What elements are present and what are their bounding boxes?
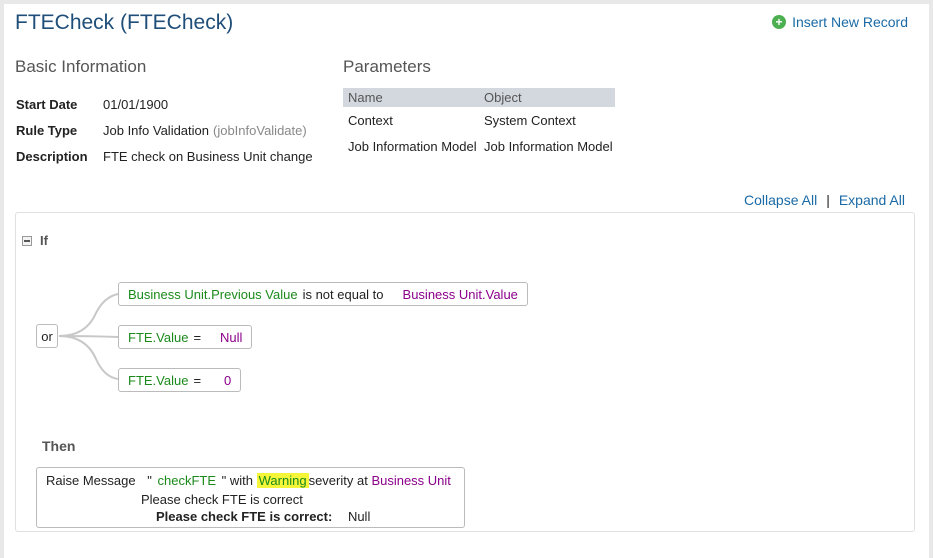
quote-close: "	[221, 473, 227, 488]
info-value: Job Info Validation	[103, 122, 209, 138]
message-param-label: Please check FTE is correct:	[156, 509, 333, 524]
param-name: Context	[348, 112, 393, 128]
info-value: FTE check on Business Unit change	[103, 148, 313, 164]
table-row: Job Information Model Job Information Mo…	[343, 133, 615, 159]
condition-value: 0	[224, 372, 232, 388]
insert-new-record-label: Insert New Record	[792, 14, 908, 30]
rule-panel: If or Business Unit.Previous Value is no…	[15, 212, 915, 532]
tree-controls: Collapse All | Expand All	[744, 192, 905, 208]
page-title: FTECheck (FTECheck)	[15, 11, 234, 34]
severity-at-label: severity at	[308, 473, 368, 488]
condition-field: Business Unit.Previous Value	[128, 286, 298, 302]
condition-node[interactable]: FTE.Value = Null	[118, 325, 253, 349]
message-key: checkFTE	[157, 473, 216, 488]
then-label: Then	[42, 438, 76, 454]
column-header-name: Name	[348, 90, 383, 105]
action-prefix: Raise Message	[46, 473, 136, 488]
or-operator-node[interactable]: or	[36, 324, 58, 348]
action-node[interactable]: Raise Message " checkFTE " with Warning s…	[36, 467, 465, 528]
basic-info-title: Basic Information	[15, 57, 147, 76]
parameters-table: Name Object Context System Context Job I…	[343, 88, 615, 159]
page: FTECheck (FTECheck) + Insert New Record …	[4, 4, 929, 558]
quote-open: "	[147, 473, 152, 488]
condition-operator: =	[193, 329, 202, 345]
collapse-all-link[interactable]: Collapse All	[744, 192, 817, 208]
param-object: System Context	[484, 112, 576, 128]
condition-node[interactable]: FTE.Value = 0	[118, 368, 242, 392]
param-name: Job Information Model	[348, 138, 477, 154]
condition-value: Business Unit.Value	[402, 286, 518, 302]
action-line: Raise Message " checkFTE " with Warning s…	[46, 473, 451, 488]
insert-new-record-link[interactable]: + Insert New Record	[772, 14, 908, 30]
condition-node[interactable]: Business Unit.Previous Value is not equa…	[118, 282, 528, 306]
info-value: 01/01/1900	[103, 96, 169, 112]
operator-label: or	[41, 328, 53, 344]
info-row-rule-type: Rule Type Job Info Validation (jobInfoVa…	[16, 117, 313, 143]
table-row: Context System Context	[343, 107, 615, 133]
info-row-start-date: Start Date 01/01/1900	[16, 91, 313, 117]
expand-all-link[interactable]: Expand All	[839, 192, 905, 208]
message-param-value: Null	[347, 509, 371, 524]
condition-field: FTE.Value	[128, 372, 189, 388]
condition-operator: is not equal to	[302, 286, 384, 302]
link-separator: |	[826, 192, 830, 208]
info-key: Rule Type	[16, 122, 78, 138]
info-row-description: Description FTE check on Business Unit c…	[16, 143, 313, 169]
severity-value: Warning	[256, 473, 309, 488]
target-value: Business Unit	[371, 473, 451, 488]
condition-field: FTE.Value	[128, 329, 189, 345]
message-param-row: Please check FTE is correct: Null	[156, 509, 370, 524]
info-key: Start Date	[16, 96, 78, 112]
info-extra: (jobInfoValidate)	[213, 122, 307, 138]
parameters-title: Parameters	[343, 57, 431, 76]
condition-operator: =	[193, 372, 202, 388]
plus-circle-icon: +	[772, 15, 787, 29]
param-object: Job Information Model	[484, 138, 613, 154]
message-text: Please check FTE is correct	[141, 492, 303, 507]
basic-info-table: Start Date 01/01/1900 Rule Type Job Info…	[16, 91, 313, 169]
parameters-header-row: Name Object	[343, 88, 615, 107]
condition-value: Null	[220, 329, 243, 345]
info-key: Description	[16, 148, 88, 164]
with-label: with	[229, 473, 253, 488]
column-header-object: Object	[484, 90, 522, 105]
